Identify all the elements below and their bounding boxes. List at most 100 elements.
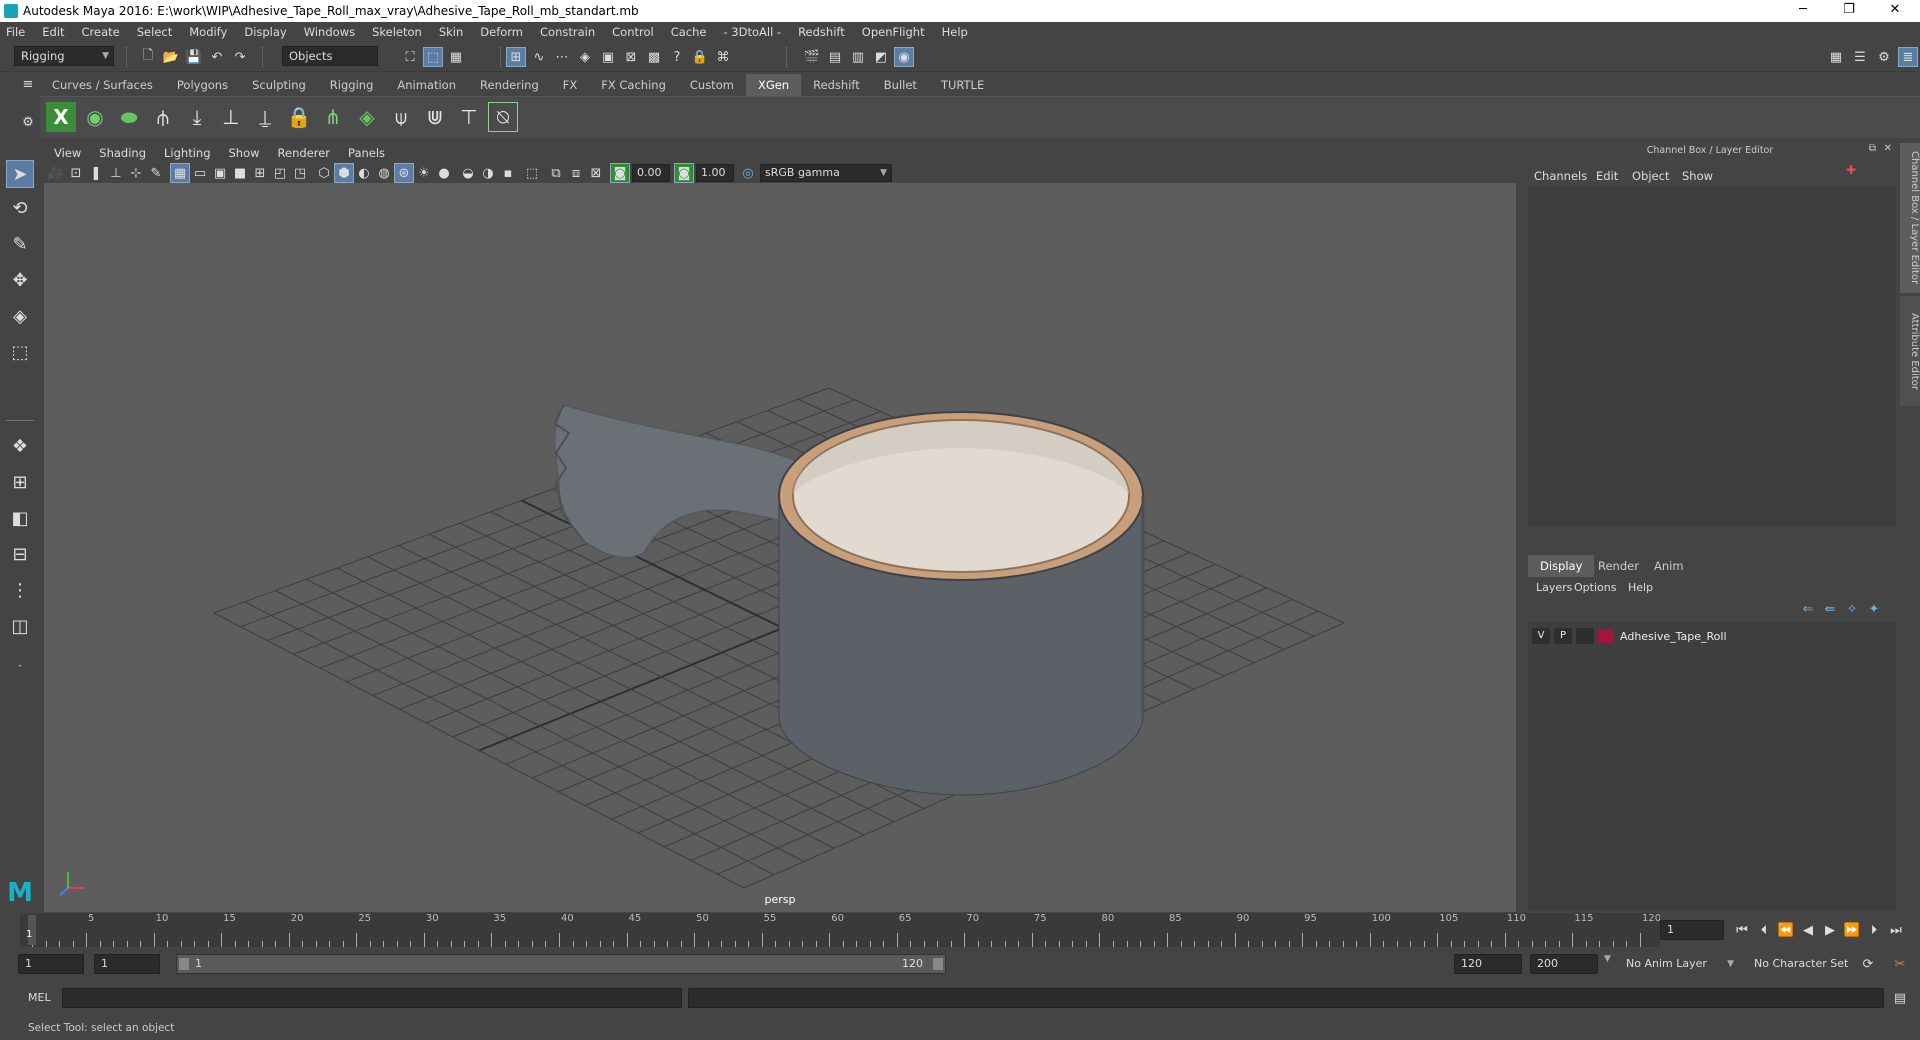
single-perspective-view-icon[interactable]: ❖ (6, 432, 34, 460)
snap-view-plane-icon[interactable]: ◈ (575, 47, 595, 67)
menu-skeleton[interactable]: Skeleton (372, 25, 422, 39)
selection-mask-dropdown[interactable]: Objects (282, 46, 378, 66)
vp-menu-view[interactable]: View (54, 146, 81, 160)
tab-rigging[interactable]: Rigging (318, 74, 386, 96)
menu-cache[interactable]: Cache (671, 25, 707, 39)
anti-aliasing-icon[interactable]: ◑ (478, 163, 498, 183)
cb-menu-edit[interactable]: Edit (1596, 169, 1618, 183)
select-by-object-icon[interactable]: ⬚ (423, 47, 443, 67)
safe-title-icon[interactable]: ◳ (290, 163, 310, 183)
select-by-hierarchy-icon[interactable]: ⛶ (400, 47, 420, 67)
image-plane-icon[interactable]: ⊥ (106, 163, 126, 183)
go-to-start-icon[interactable]: ⏮ (1732, 920, 1752, 940)
persp-hypershade-layout-icon[interactable]: ⋮ (6, 576, 34, 604)
isolate-select-icon[interactable]: ⬚ (522, 163, 542, 183)
menu-display[interactable]: Display (244, 25, 286, 39)
layer-color-swatch[interactable] (1598, 629, 1614, 643)
restore-button[interactable]: ❐ (1826, 0, 1872, 22)
xray-components-icon[interactable]: ⊠ (586, 163, 606, 183)
end-time-field[interactable]: 200 (1530, 954, 1598, 974)
cb-menu-show[interactable]: Show (1682, 169, 1713, 183)
chevron-down-icon[interactable]: ▼ (1604, 954, 1611, 964)
xgen-guide-length-icon[interactable]: ⍊ (250, 102, 280, 132)
lasso-tool-icon[interactable]: ⟲ (6, 194, 34, 222)
step-forward-frame-icon[interactable]: ⏵ (1864, 920, 1884, 940)
rotate-tool-icon[interactable]: ◈ (6, 302, 34, 330)
persp-outliner-layout-icon[interactable]: ◧ (6, 504, 34, 532)
tab-custom[interactable]: Custom (678, 74, 746, 96)
exposure-field[interactable]: 0.00 (632, 164, 670, 182)
play-forwards-icon[interactable]: ▶ (1820, 920, 1840, 940)
grid-toggle-icon[interactable]: ▦ (170, 163, 190, 183)
step-back-frame-icon[interactable]: ⏴ (1754, 920, 1774, 940)
layer-menu-options[interactable]: Options (1574, 581, 1616, 594)
menu-windows[interactable]: Windows (304, 25, 355, 39)
move-layer-up-icon[interactable]: ⇐ (1798, 599, 1818, 619)
wireframe-icon[interactable]: ⬡ (314, 163, 334, 183)
layer-name[interactable]: Adhesive_Tape_Roll (1620, 630, 1727, 643)
tab-polygons[interactable]: Polygons (165, 74, 240, 96)
playback-end-field[interactable]: 120 (1454, 954, 1522, 974)
scale-tool-icon[interactable]: ⬚ (6, 338, 34, 366)
xgen-comb-icon[interactable]: ⋓ (420, 102, 450, 132)
xgen-create-description-icon[interactable]: ⬬ (114, 102, 144, 132)
float-panel-icon[interactable]: ⧉ (1869, 143, 1876, 154)
persp-uv-layout-icon[interactable]: ◫ (6, 612, 34, 640)
select-by-component-icon[interactable]: ▦ (446, 47, 466, 67)
layer-menu-help[interactable]: Help (1628, 581, 1653, 594)
gate-mask-icon[interactable]: ■ (230, 163, 250, 183)
tab-display[interactable]: Display (1528, 555, 1595, 577)
vp-menu-lighting[interactable]: Lighting (164, 146, 210, 160)
textured-icon[interactable]: ◍ (374, 163, 394, 183)
range-slider[interactable]: 1 120 (176, 954, 946, 974)
persp-graph-layout-icon[interactable]: ⊟ (6, 540, 34, 568)
custom-layout-icon[interactable]: · (6, 652, 34, 680)
field-chart-icon[interactable]: ⊞ (250, 163, 270, 183)
channel-box-toggle-icon[interactable]: ≣ (1898, 47, 1918, 67)
undo-icon[interactable]: ↶ (207, 47, 227, 67)
playback-start-field[interactable]: 1 (94, 954, 160, 974)
tab-sculpting[interactable]: Sculpting (240, 74, 318, 96)
close-icon[interactable]: ✕ (1884, 143, 1892, 154)
menu-set-dropdown[interactable]: Rigging ▼ (14, 46, 114, 66)
save-scene-icon[interactable]: 💾 (184, 47, 204, 67)
xgen-layers-icon[interactable]: ◈ (352, 102, 382, 132)
open-scene-icon[interactable]: 📂 (161, 47, 181, 67)
mel-label[interactable]: MEL (28, 991, 51, 1004)
move-layer-down-icon[interactable]: ⇚ (1820, 599, 1840, 619)
new-empty-layer-icon[interactable]: ✧ (1842, 599, 1862, 619)
depth-of-field-icon[interactable]: ▪ (498, 163, 518, 183)
menu-edit[interactable]: Edit (42, 25, 64, 39)
channel-box-area[interactable] (1528, 187, 1896, 527)
menu-create[interactable]: Create (82, 25, 120, 39)
exposure-icon[interactable]: ◙ (610, 163, 630, 183)
menu-help[interactable]: Help (942, 25, 968, 39)
tab-rendering[interactable]: Rendering (468, 74, 551, 96)
snap-projected-icon[interactable]: ⊠ (621, 47, 641, 67)
animation-preferences-icon[interactable]: ✂ (1890, 954, 1910, 974)
tab-animation[interactable]: Animation (385, 74, 468, 96)
tab-anim[interactable]: Anim (1642, 555, 1696, 577)
minimize-button[interactable]: ─ (1780, 0, 1826, 22)
motion-blur-icon[interactable]: ◒ (458, 163, 478, 183)
tab-channel-box-layer-editor[interactable]: Channel Box / Layer Editor (1900, 143, 1920, 293)
bookmark-icon[interactable]: ❚ (86, 163, 106, 183)
layer-visibility-toggle[interactable]: V (1532, 628, 1550, 644)
safe-action-icon[interactable]: ◰ (270, 163, 290, 183)
film-gate-icon[interactable]: ▭ (190, 163, 210, 183)
new-scene-icon[interactable]: 🗋 (138, 47, 158, 67)
color-management-icon[interactable]: ◎ (738, 163, 758, 183)
lock-icon[interactable]: 🔒 (690, 47, 710, 67)
snap-edge-icon[interactable]: ▩ (644, 47, 664, 67)
select-tool-icon[interactable]: ➤ (6, 160, 34, 188)
tab-bullet[interactable]: Bullet (872, 74, 929, 96)
new-layer-from-selected-icon[interactable]: ✦ (1864, 599, 1884, 619)
vp-menu-shading[interactable]: Shading (99, 146, 146, 160)
view-transform-dropdown[interactable]: sRGB gamma ▼ (760, 164, 892, 182)
ipr-render-icon[interactable]: ▤ (825, 47, 845, 67)
layer-row[interactable]: V P Adhesive_Tape_Roll (1532, 627, 1892, 645)
grease-pencil-icon[interactable]: ✎ (146, 163, 166, 183)
camera-attributes-icon[interactable]: ⊡ (66, 163, 86, 183)
attribute-editor-toggle-icon[interactable]: ☰ (1850, 47, 1870, 67)
layer-menu-layers[interactable]: Layers (1536, 581, 1572, 594)
